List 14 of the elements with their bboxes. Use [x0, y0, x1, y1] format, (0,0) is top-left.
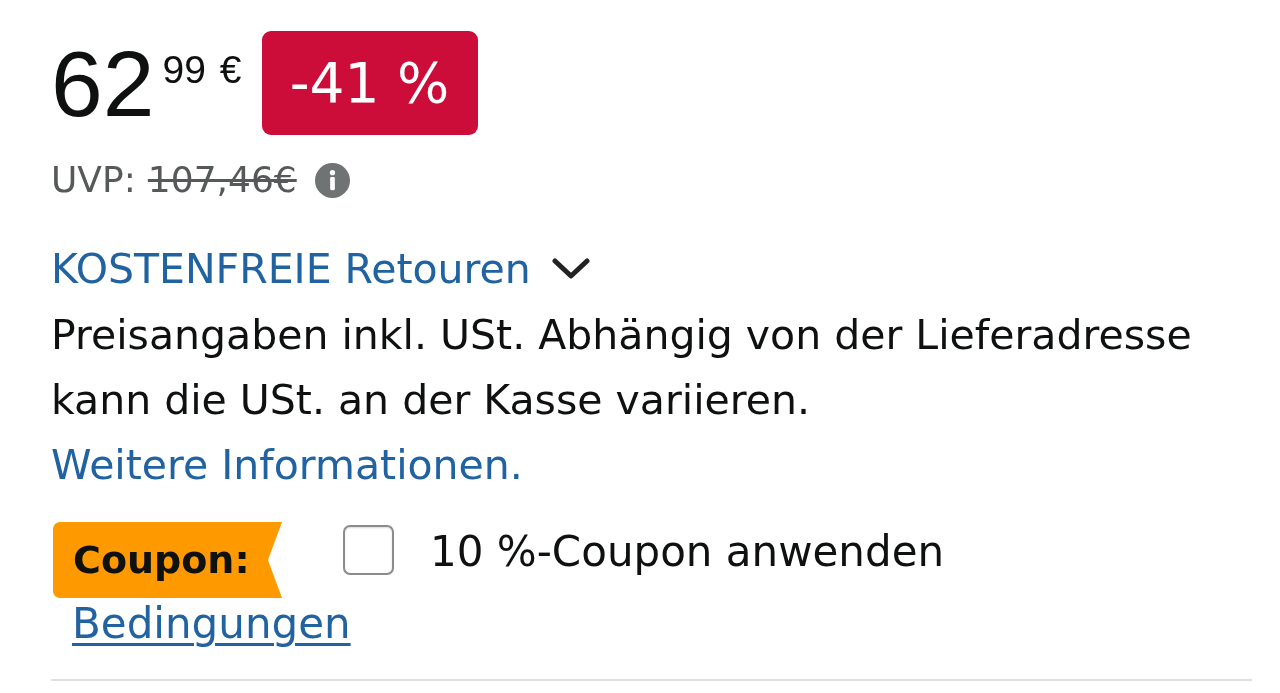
more-info-link[interactable]: Weitere Informationen.	[51, 441, 523, 489]
coupon-badge: Coupon:	[53, 522, 282, 598]
currency-symbol: €	[219, 50, 242, 89]
discount-badge: -41 %	[261, 31, 478, 135]
uvp-label: UVP:	[51, 158, 136, 202]
coupon-checkbox[interactable]	[343, 525, 394, 575]
price-amount: 62	[51, 38, 155, 131]
tax-note: Preisangaben inkl. USt. Abhängig von der Lieferadresse kann die USt. an der Kasse variieren. Weitere Informationen.	[51, 310, 1193, 491]
price-cents: 99	[162, 50, 206, 89]
returns-link[interactable]: KOSTENFREIE Retouren	[51, 244, 591, 294]
list-price: 107,46€	[147, 158, 297, 202]
terms-link[interactable]: Bedingungen	[72, 599, 351, 649]
checkbox-label[interactable]: 10 %-Coupon anwenden	[430, 527, 945, 577]
info-icon[interactable]	[314, 162, 350, 198]
